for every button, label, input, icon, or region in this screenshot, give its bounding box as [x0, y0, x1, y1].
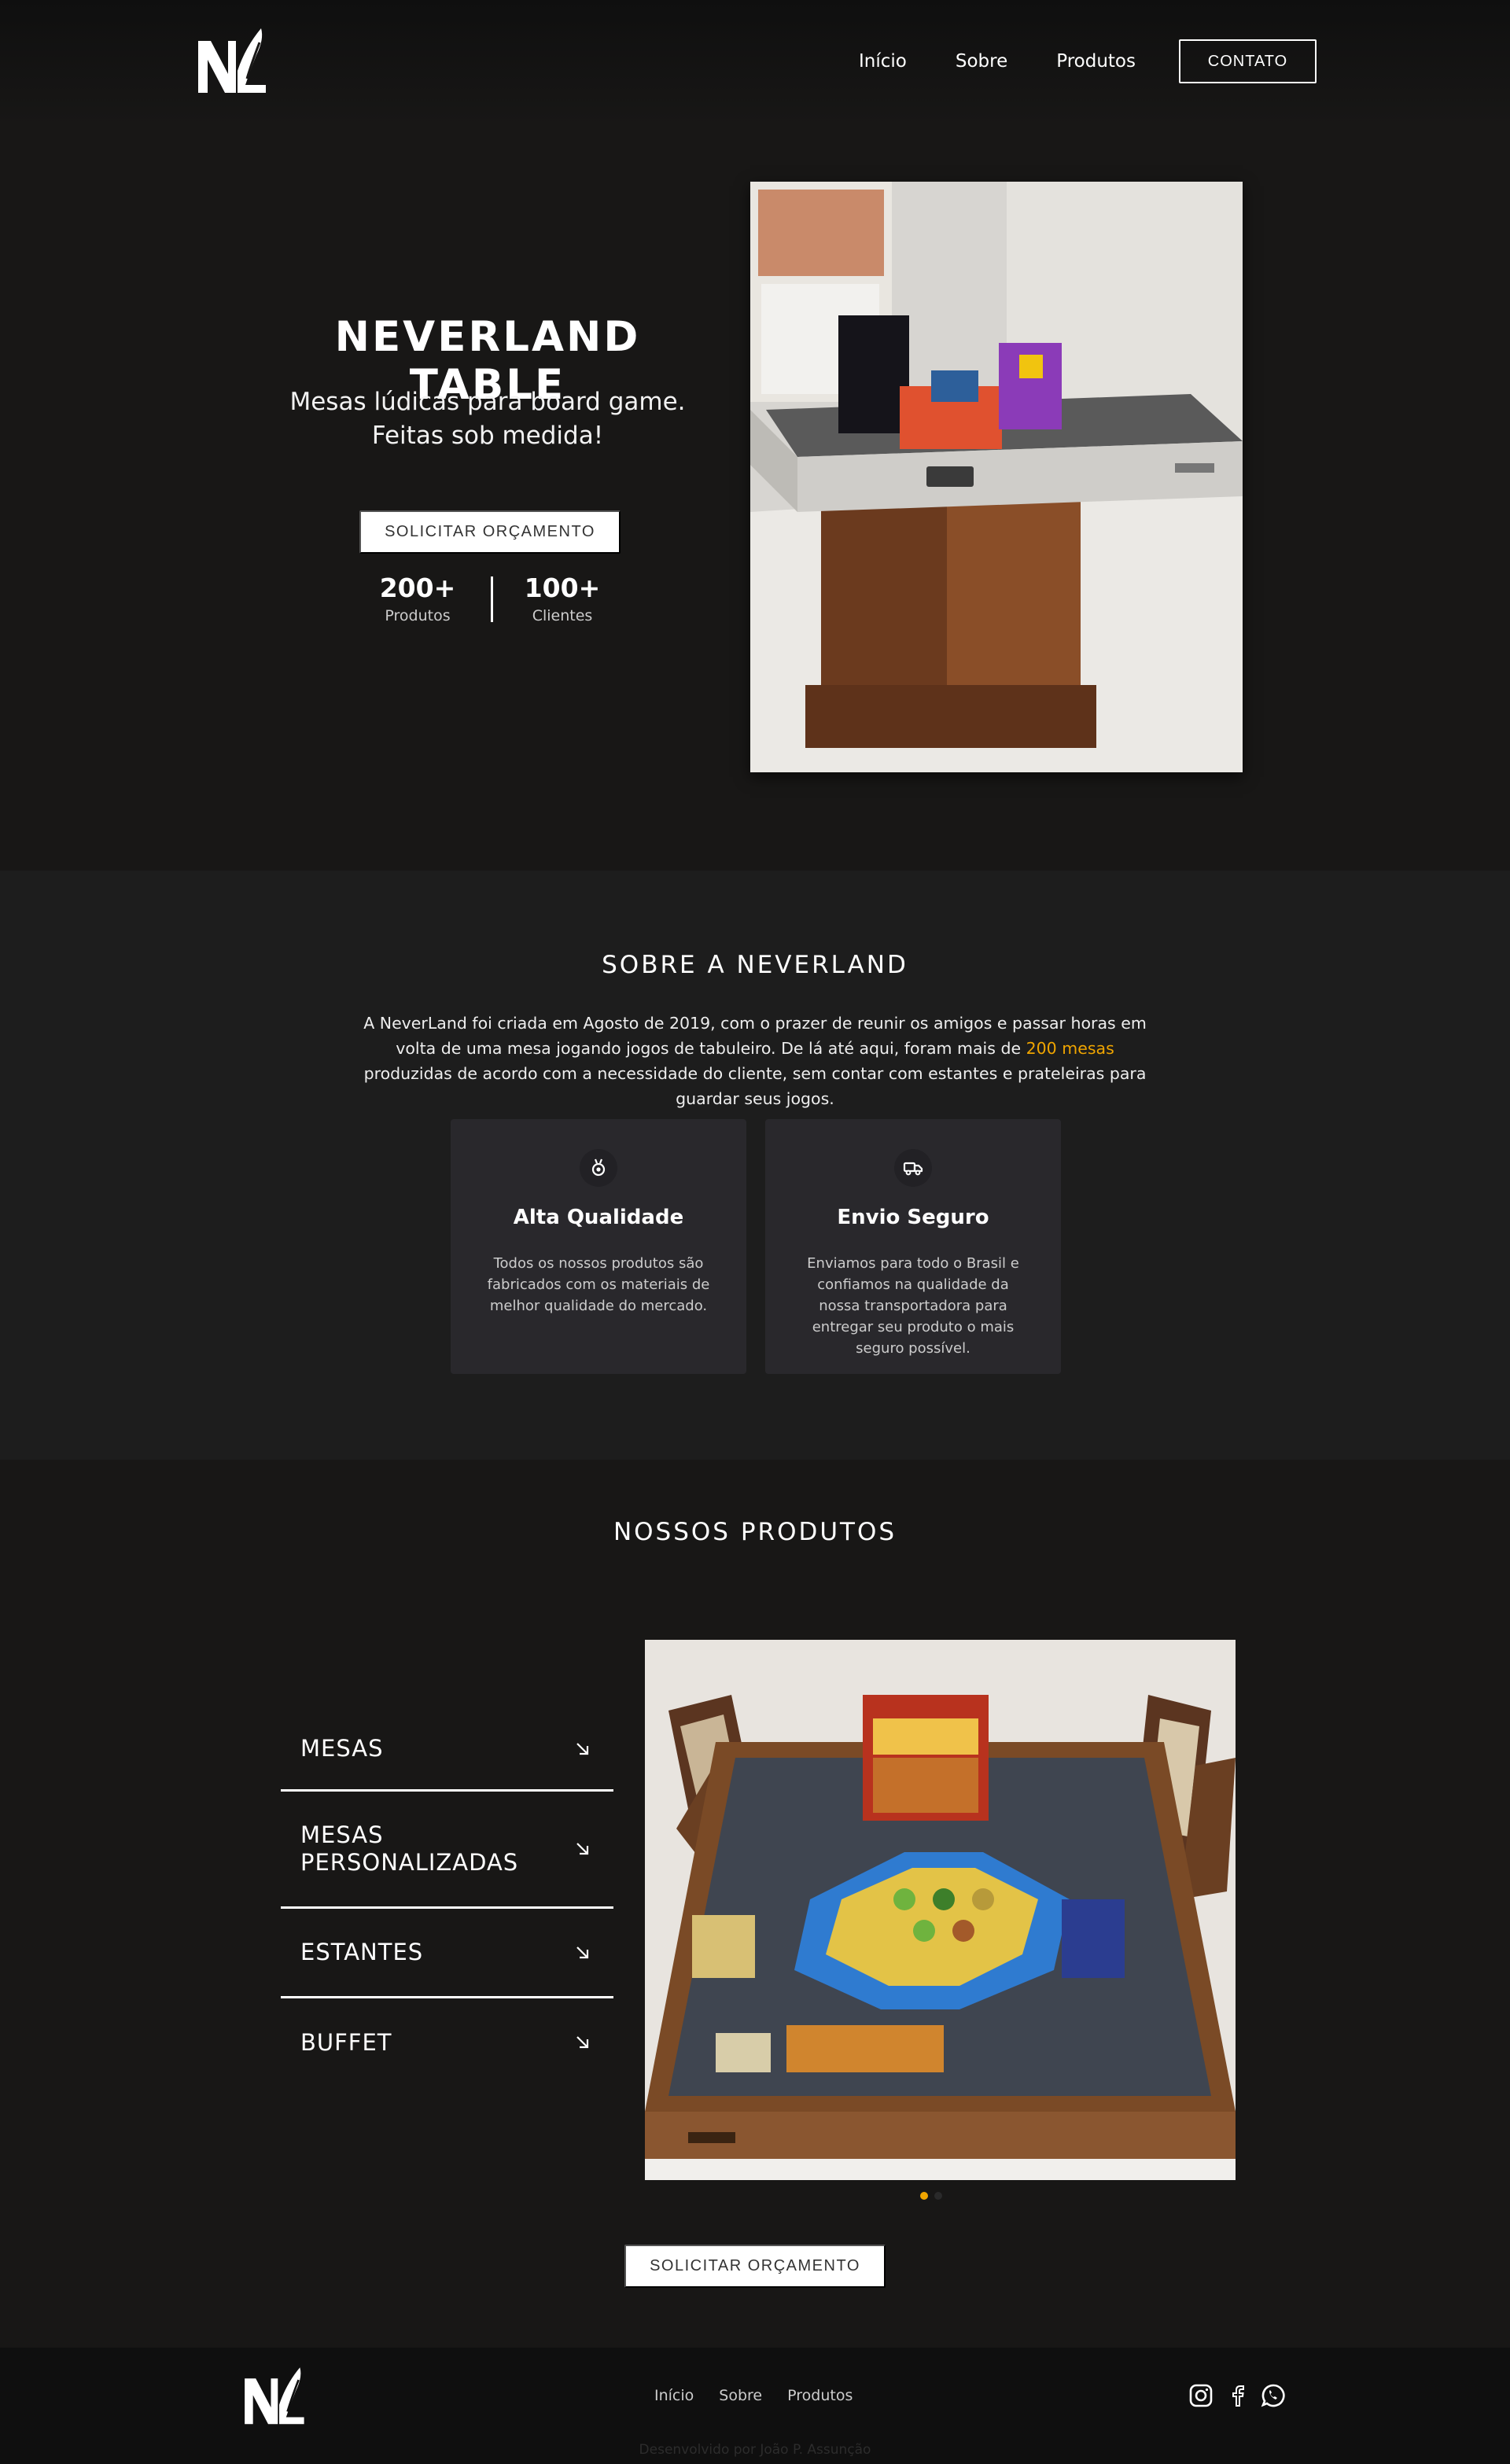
- product-item-mesas[interactable]: MESAS: [281, 1708, 613, 1792]
- product-item-estantes[interactable]: ESTANTES: [281, 1909, 613, 1998]
- product-item-label: MESAS: [300, 1735, 384, 1762]
- card-title: Alta Qualidade: [513, 1206, 684, 1229]
- stat-value: 100+: [524, 573, 601, 603]
- arrow-down-right-icon: [576, 1742, 589, 1755]
- arrow-down-right-icon: [576, 1843, 589, 1855]
- main-nav: Início Sobre Produtos: [859, 47, 1184, 76]
- arrow-down-right-icon: [576, 2036, 589, 2049]
- product-carousel-image[interactable]: [645, 1640, 1236, 2180]
- carousel-dot-active[interactable]: [920, 2192, 928, 2200]
- footer-nav: Início Sobre Produtos: [654, 2387, 878, 2404]
- stat-label: Clientes: [532, 607, 593, 624]
- feature-card-quality: Alta Qualidade Todos os nossos produtos …: [451, 1119, 746, 1374]
- product-item-label: BUFFET: [300, 2028, 392, 2056]
- stat-label: Produtos: [385, 607, 451, 624]
- stat-divider: [491, 576, 493, 622]
- stat-value: 200+: [379, 573, 456, 603]
- contact-button[interactable]: CONTATO: [1179, 39, 1317, 83]
- footer-link-sobre[interactable]: Sobre: [719, 2387, 762, 2404]
- request-quote-button[interactable]: SOLICITAR ORÇAMENTO: [359, 510, 621, 554]
- product-item-buffet[interactable]: BUFFET: [281, 1998, 613, 2086]
- product-category-list: MESAS MESAS PERSONALIZADAS ESTANTES BUFF…: [281, 1708, 613, 2086]
- medal-icon: [580, 1149, 617, 1187]
- product-item-mesas-personalizadas[interactable]: MESAS PERSONALIZADAS: [281, 1792, 613, 1909]
- nl-logo-icon: [245, 2367, 304, 2425]
- card-text: Enviamos para todo o Brasil e confiamos …: [807, 1255, 1019, 1357]
- about-text-highlight: 200 mesas: [1026, 1039, 1114, 1058]
- neverland-logo[interactable]: [193, 24, 269, 101]
- footer-credit: Desenvolvido por João P. Assunção: [639, 2442, 871, 2458]
- nl-logo-icon: [198, 28, 266, 93]
- hero-subtitle: Mesas lúdicas para board game. Feitas so…: [267, 385, 708, 453]
- about-text: A NeverLand foi criada em Agosto de 2019…: [358, 1011, 1152, 1111]
- feature-card-shipping: Envio Seguro Enviamos para todo o Brasil…: [765, 1119, 1061, 1374]
- facebook-icon[interactable]: [1225, 2382, 1251, 2409]
- nav-link-sobre[interactable]: Sobre: [956, 47, 1007, 76]
- navbar: Início Sobre Produtos CONTATO: [0, 0, 1510, 126]
- instagram-icon[interactable]: [1188, 2382, 1214, 2409]
- about-section: SOBRE A NEVERLAND A NeverLand foi criada…: [0, 871, 1510, 1460]
- about-text-part2: produzidas de acordo com a necessidade d…: [363, 1064, 1147, 1108]
- truck-icon: [894, 1149, 932, 1187]
- footer-logo[interactable]: [238, 2363, 310, 2431]
- nav-link-inicio[interactable]: Início: [859, 47, 907, 76]
- nav-link-produtos[interactable]: Produtos: [1056, 47, 1136, 76]
- footer-link-inicio[interactable]: Início: [654, 2387, 694, 2404]
- stat-products: 200+ Produtos: [363, 571, 473, 626]
- card-text: Todos os nossos produtos são fabricados …: [487, 1255, 710, 1314]
- stat-clients: 100+ Clientes: [507, 571, 617, 626]
- hero-subtitle-line2: Feitas sob medida!: [371, 422, 604, 450]
- products-title: NOSSOS PRODUTOS: [613, 1518, 897, 1546]
- product-item-label: MESAS PERSONALIZADAS: [300, 1821, 519, 1876]
- footer: Início Sobre Produtos Desenvolvido por J…: [0, 2348, 1510, 2464]
- request-quote-button-products[interactable]: SOLICITAR ORÇAMENTO: [624, 2245, 886, 2288]
- card-title: Envio Seguro: [837, 1206, 989, 1229]
- arrow-down-right-icon: [576, 1946, 589, 1958]
- hero-subtitle-line1: Mesas lúdicas para board game.: [289, 388, 686, 416]
- footer-link-produtos[interactable]: Produtos: [787, 2387, 853, 2404]
- hero-table-photo: [750, 182, 1243, 772]
- carousel-dot[interactable]: [934, 2192, 942, 2200]
- about-title: SOBRE A NEVERLAND: [602, 951, 908, 979]
- product-item-label: ESTANTES: [300, 1939, 424, 1965]
- whatsapp-icon[interactable]: [1260, 2382, 1287, 2409]
